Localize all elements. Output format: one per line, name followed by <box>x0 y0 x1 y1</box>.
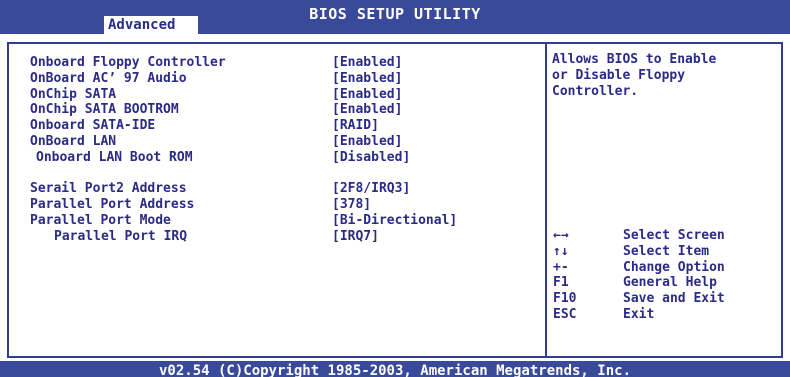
setting-value[interactable]: [Bi-Directional] <box>332 213 457 229</box>
key-f10: F10 <box>553 291 577 307</box>
setting-label: OnChip SATA <box>30 86 117 102</box>
setting-label: Onboard LAN Boot ROM <box>36 149 193 165</box>
setting-label: Onboard SATA-IDE <box>30 118 156 134</box>
key-row-select-item: ↑↓ Select Item <box>553 244 773 260</box>
setting-label: OnChip SATA BOOTROM <box>30 102 179 118</box>
key-f1: F1 <box>553 275 569 291</box>
setting-label: OnBoard LAN <box>30 133 117 149</box>
setting-label: Parallel Port IRQ <box>54 228 188 244</box>
setting-row-parallel-mode[interactable]: Parallel Port Mode [Bi-Directional] <box>30 213 530 229</box>
copyright-text: v02.54 (C)Copyright 1985-2003, American … <box>158 363 631 377</box>
setting-row-sata-ide[interactable]: Onboard SATA-IDE [RAID] <box>30 118 530 134</box>
up-down-arrows-icon: ↑↓ <box>553 243 569 259</box>
setting-value[interactable]: [378] <box>332 197 371 213</box>
left-right-arrows-icon: ←→ <box>553 228 569 243</box>
row-spacer <box>30 166 530 182</box>
setting-label: Onboard Floppy Controller <box>30 55 226 70</box>
tab-advanced[interactable]: Advanced <box>104 16 198 34</box>
setting-label: Serail Port2 Address <box>30 181 187 197</box>
setting-value[interactable]: [Enabled] <box>332 87 402 103</box>
key-desc: Select Screen <box>623 228 725 243</box>
key-desc: Save and Exit <box>623 291 725 307</box>
setting-value[interactable]: [Enabled] <box>332 55 402 71</box>
key-row-select-screen: ←→ Select Screen <box>553 228 773 244</box>
key-desc: Select Item <box>623 243 710 259</box>
setting-row-floppy[interactable]: Onboard Floppy Controller [Enabled] <box>30 55 530 71</box>
setting-row-parallel-address[interactable]: Parallel Port Address [378] <box>30 197 530 213</box>
key-esc: ESC <box>553 306 577 322</box>
key-row-save-exit: F10 Save and Exit <box>553 291 773 307</box>
setting-row-parallel-irq[interactable]: Parallel Port IRQ [IRQ7] <box>30 229 530 245</box>
setting-row-ac97[interactable]: OnBoard AC’ 97 Audio [Enabled] <box>30 71 530 87</box>
key-row-exit: ESC Exit <box>553 307 773 323</box>
key-desc: General Help <box>623 275 717 291</box>
setting-row-sata-bootrom[interactable]: OnChip SATA BOOTROM [Enabled] <box>30 102 530 118</box>
key-row-change-option: +- Change Option <box>553 260 773 276</box>
setting-value[interactable]: [Enabled] <box>332 134 402 150</box>
title-bar: BIOS SETUP UTILITY Advanced <box>0 0 790 34</box>
key-row-general-help: F1 General Help <box>553 275 773 291</box>
setting-value[interactable]: [Disabled] <box>332 150 410 166</box>
key-legend: ←→ Select Screen ↑↓ Select Item +- Chang… <box>553 228 773 323</box>
footer-bar: v02.54 (C)Copyright 1985-2003, American … <box>0 361 790 377</box>
plus-minus-icon: +- <box>553 259 569 275</box>
settings-list: Onboard Floppy Controller [Enabled] OnBo… <box>30 55 530 245</box>
key-desc: Change Option <box>623 259 725 275</box>
setting-row-lan[interactable]: OnBoard LAN [Enabled] <box>30 134 530 150</box>
setting-value[interactable]: [2F8/IRQ3] <box>332 181 410 197</box>
setting-value[interactable]: [Enabled] <box>332 71 402 87</box>
setting-row-lan-boot-rom[interactable]: Onboard LAN Boot ROM [Disabled] <box>30 150 530 166</box>
setting-value[interactable]: [RAID] <box>332 118 379 134</box>
setting-label: Parallel Port Mode <box>30 212 171 228</box>
setting-row-serial-port2[interactable]: Serail Port2 Address [2F8/IRQ3] <box>30 181 530 197</box>
setting-row-sata[interactable]: OnChip SATA [Enabled] <box>30 87 530 103</box>
setting-value[interactable]: [IRQ7] <box>332 229 379 245</box>
setting-value[interactable]: [Enabled] <box>332 102 402 118</box>
panel-divider <box>545 42 547 358</box>
help-text: Allows BIOS to Enable or Disable Floppy … <box>552 52 717 99</box>
setting-label: OnBoard AC’ 97 Audio <box>30 70 187 86</box>
key-desc: Exit <box>623 306 655 322</box>
setting-label: Parallel Port Address <box>30 197 195 213</box>
